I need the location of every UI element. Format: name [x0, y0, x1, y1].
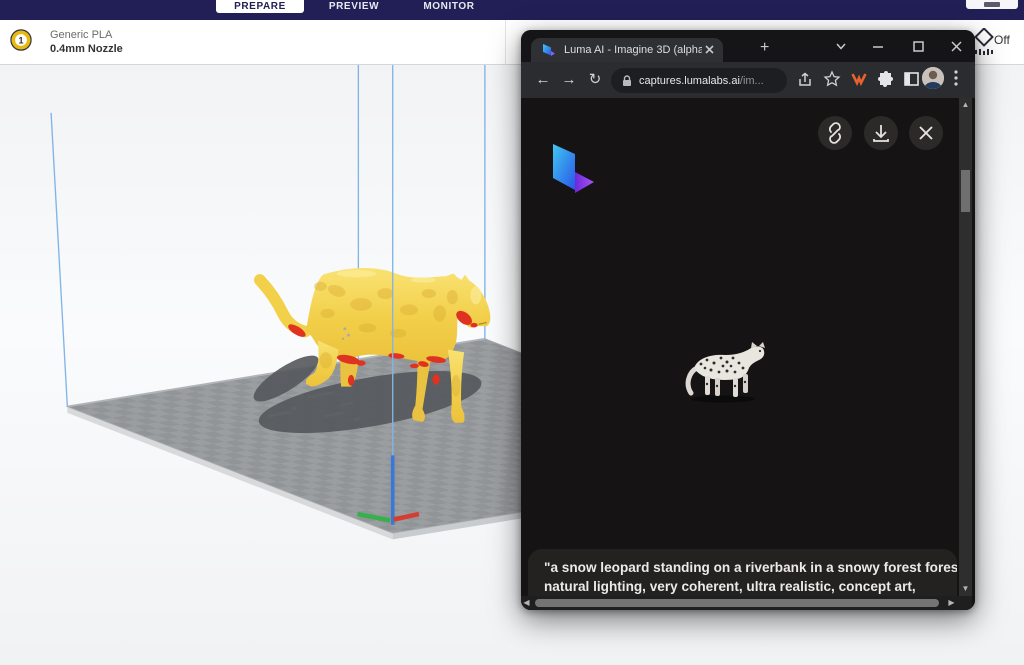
stage-tab-prepare[interactable]: PREPARE [216, 0, 304, 13]
scroll-up-icon[interactable]: ▲ [959, 100, 972, 110]
scroll-right-icon[interactable]: ▶ [945, 598, 958, 608]
address-bar[interactable]: captures.lumalabs.ai/im... [611, 68, 787, 93]
luma-favicon [540, 42, 556, 58]
extruder-badge-icon: 1 [10, 29, 34, 53]
marketplace-button-fragment[interactable] [966, 0, 1018, 9]
chevron-down-icon[interactable] [834, 39, 848, 53]
address-domain: captures.lumalabs.ai [639, 75, 740, 87]
menu-kebab-icon[interactable] [951, 68, 961, 88]
horizontal-scroll-thumb[interactable] [535, 599, 939, 607]
profile-avatar[interactable] [922, 67, 944, 89]
snow-leopard-render[interactable] [681, 338, 776, 404]
scroll-down-icon[interactable]: ▼ [959, 584, 972, 594]
lock-icon [620, 74, 634, 88]
camera-view-state: Off [994, 33, 1010, 47]
stage-tab-preview[interactable]: PREVIEW [322, 0, 386, 13]
tab-close-icon[interactable] [702, 42, 718, 58]
horizontal-scrollbar[interactable]: ◀ ▶ [521, 596, 972, 610]
window-close-icon[interactable] [949, 39, 963, 53]
maximize-icon[interactable] [911, 39, 925, 53]
extensions-puzzle-icon[interactable] [877, 70, 895, 88]
minimize-icon[interactable] [871, 39, 885, 53]
download-button[interactable] [864, 116, 898, 150]
vertical-scroll-thumb[interactable] [961, 170, 970, 212]
material-name: Generic PLA [50, 29, 112, 41]
side-panel-icon[interactable] [903, 71, 920, 87]
stage-tab-monitor[interactable]: MONITOR [416, 0, 482, 13]
browser-tab-luma[interactable]: Luma AI - Imagine 3D (alpha) [531, 38, 723, 62]
nozzle-size: 0.4mm Nozzle [50, 43, 123, 55]
scroll-left-icon[interactable]: ◀ [521, 598, 533, 608]
prompt-line: natural lighting, very coherent, ultra r… [544, 577, 941, 596]
prompt-line: "a snow leopard standing on a riverbank … [544, 558, 941, 577]
luma-page: "a snow leopard standing on a riverbank … [521, 98, 975, 610]
configuration-panel-divider [505, 20, 506, 64]
extruder-number: 1 [18, 36, 23, 46]
extension-orange-icon[interactable] [850, 71, 868, 87]
bookmark-star-icon[interactable] [823, 70, 841, 88]
browser-window[interactable]: Luma AI - Imagine 3D (alpha) + ← → ↻ [521, 30, 975, 610]
tab-title: Luma AI - Imagine 3D (alpha) [564, 44, 702, 56]
copy-link-button[interactable] [818, 116, 852, 150]
back-icon[interactable]: ← [533, 70, 553, 90]
reload-icon[interactable]: ↻ [585, 70, 605, 90]
forward-icon[interactable]: → [559, 70, 579, 90]
luma-logo [547, 138, 597, 198]
new-tab-button[interactable]: + [760, 38, 769, 58]
share-icon[interactable] [797, 71, 815, 89]
close-capture-button[interactable] [909, 116, 943, 150]
browser-tabstrip: Luma AI - Imagine 3D (alpha) + [521, 30, 975, 62]
material-selector[interactable]: 1 [10, 29, 34, 53]
address-path: /im... [740, 75, 764, 87]
cura-stage-bar: PREPARE PREVIEW MONITOR [0, 0, 1024, 20]
